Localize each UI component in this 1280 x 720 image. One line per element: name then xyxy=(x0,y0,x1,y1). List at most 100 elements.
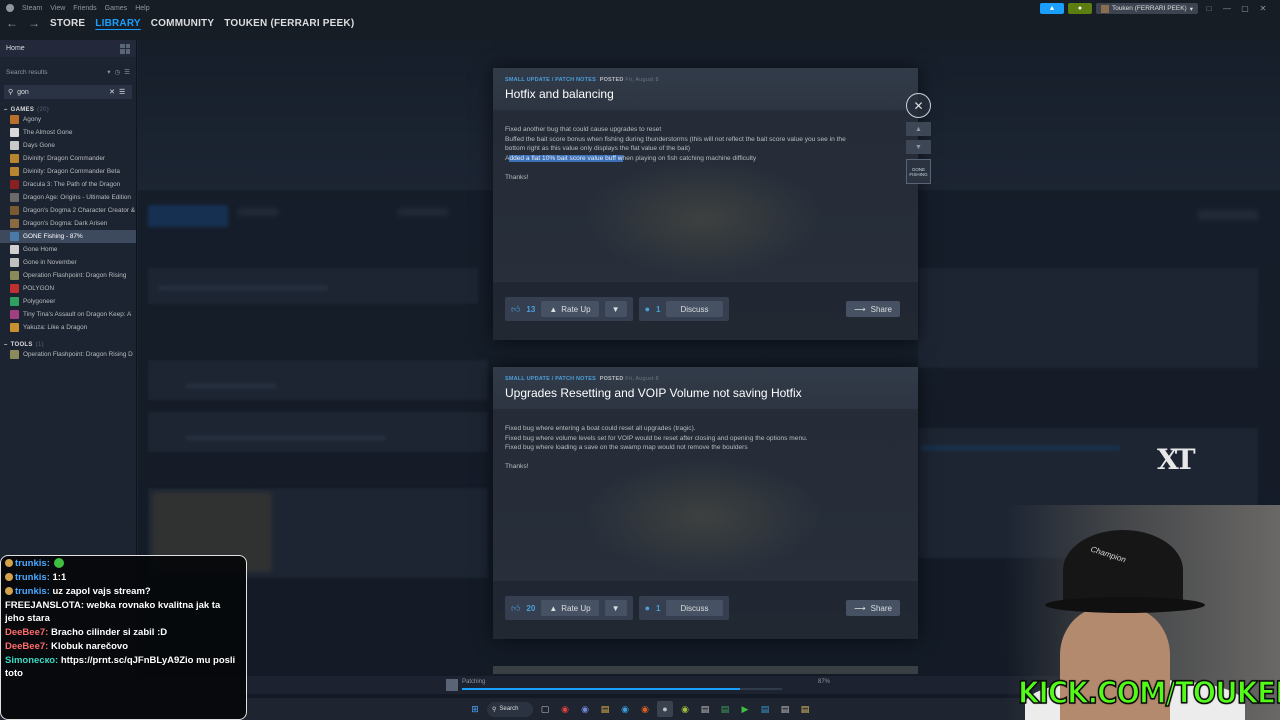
minimize-icon[interactable]: — xyxy=(1220,4,1234,13)
title-bar: Steam View Friends Games Help ← → STORE … xyxy=(0,0,1280,40)
sidebar-game-item[interactable]: Agony xyxy=(0,113,136,126)
next-post-button[interactable]: ▼ xyxy=(906,140,931,154)
body-line: Fixed another bug that could cause upgra… xyxy=(505,126,662,133)
menu-steam[interactable]: Steam xyxy=(22,5,42,12)
nav-community[interactable]: COMMUNITY xyxy=(151,18,214,29)
sidebar-game-item[interactable]: Gone in November xyxy=(0,256,136,269)
chrome-icon[interactable]: ◉ xyxy=(557,701,573,717)
sidebar-game-item[interactable]: Divinity: Dragon Commander xyxy=(0,152,136,165)
patch-note-body: Fixed bug where entering a boat could re… xyxy=(505,424,905,472)
sidebar-game-item[interactable]: Gone Home xyxy=(0,243,136,256)
steam-taskbar-icon[interactable]: ● xyxy=(657,701,673,717)
app-icon[interactable]: ◉ xyxy=(677,701,693,717)
window-mode-icon[interactable]: □ xyxy=(1202,4,1216,13)
sidebar-game-item[interactable]: Operation Flashpoint: Dragon Rising D xyxy=(0,348,136,361)
game-name: Dragon Age: Origins - Ultimate Edition xyxy=(23,194,131,201)
game-icon xyxy=(10,167,19,176)
recent-clock-icon[interactable]: ◷ xyxy=(115,68,121,76)
close-overlay-button[interactable]: ✕ xyxy=(906,93,931,118)
chevron-down-icon[interactable]: ▾ xyxy=(107,68,110,76)
user-menu[interactable]: Touken (FERRARI PEEK) ▾ xyxy=(1095,3,1198,14)
menu-view[interactable]: View xyxy=(50,5,65,12)
app-icon[interactable]: ▤ xyxy=(717,701,733,717)
collapse-icon: – xyxy=(4,107,8,113)
clear-search-icon[interactable]: ✕ xyxy=(109,88,115,96)
share-icon: ⟶ xyxy=(854,603,866,613)
rating-group: 👍︎ 20 ▲ Rate Up ▼ xyxy=(505,596,633,620)
sidebar-game-item[interactable]: Yakuza: Like a Dragon xyxy=(0,321,136,334)
game-thumbnail[interactable]: GONE FISHING xyxy=(906,159,931,184)
filter-icon[interactable]: ☰ xyxy=(124,68,130,76)
broadcast-icon[interactable]: ▲ xyxy=(1039,3,1064,14)
stream-chat-overlay: trunkis: trunkis: 1:1 trunkis: uz zapol va… xyxy=(0,555,247,720)
sidebar-game-item[interactable]: The Almost Gone xyxy=(0,126,136,139)
menu-games[interactable]: Games xyxy=(105,5,128,12)
sidebar-game-item[interactable]: Divinity: Dragon Commander Beta xyxy=(0,165,136,178)
tools-list: Operation Flashpoint: Dragon Rising D xyxy=(0,348,136,361)
sidebar-game-item[interactable]: Dracula 3: The Path of the Dragon xyxy=(0,178,136,191)
sidebar-game-item[interactable]: Polygoneer xyxy=(0,295,136,308)
avatar xyxy=(1100,4,1109,13)
browser-icon[interactable]: ◉ xyxy=(637,701,653,717)
grid-view-icon[interactable] xyxy=(120,43,130,54)
windows-start-icon[interactable]: ⊞ xyxy=(467,701,483,717)
sidebar-home[interactable]: Home xyxy=(0,40,136,57)
chat-message: DeeBee7: Klobuk narečovo xyxy=(5,641,242,654)
game-icon xyxy=(10,297,19,306)
game-name: GONE Fishing - 87% xyxy=(23,233,83,240)
back-arrow-icon[interactable]: ← xyxy=(6,16,18,30)
game-name: Agony xyxy=(23,116,42,123)
discord-icon[interactable]: ◉ xyxy=(577,701,593,717)
sidebar-game-item[interactable]: GONE Fishing - 87% xyxy=(0,230,136,243)
close-window-icon[interactable]: ✕ xyxy=(1256,4,1270,13)
sidebar-game-item[interactable]: Dragon's Dogma: Dark Arisen xyxy=(0,217,136,230)
nav-profile[interactable]: TOUKEN (FERRARI PEEK) xyxy=(224,18,354,29)
sidebar-game-item[interactable]: Dragon Age: Origins - Ultimate Edition xyxy=(0,191,136,204)
sidebar-game-item[interactable]: Days Gone xyxy=(0,139,136,152)
previous-post-button[interactable]: ▲ xyxy=(906,122,931,136)
steam-logo-icon xyxy=(6,4,14,12)
notification-bell-icon[interactable]: ● xyxy=(1067,3,1092,14)
edge-icon[interactable]: ◉ xyxy=(617,701,633,717)
task-view-icon[interactable]: ▢ xyxy=(537,701,553,717)
sidebar-game-item[interactable]: POLYGON xyxy=(0,282,136,295)
subscriber-badge-icon xyxy=(5,573,13,582)
sidebar-game-item[interactable]: Dragon's Dogma 2 Character Creator & S xyxy=(0,204,136,217)
card-background-glow xyxy=(583,457,823,577)
nav-library[interactable]: LIBRARY xyxy=(95,18,140,29)
app-icon[interactable]: ▤ xyxy=(757,701,773,717)
chat-message: Simoneско: https://prnt.sc/qJFnBLyA9Zio … xyxy=(5,655,242,680)
discuss-button[interactable]: Discuss xyxy=(666,301,723,317)
rate-up-button[interactable]: ▲ Rate Up xyxy=(541,600,599,616)
nav-store[interactable]: STORE xyxy=(50,18,85,29)
patch-tag: SMALL UPDATE / PATCH NOTES xyxy=(505,376,596,382)
forward-arrow-icon[interactable]: → xyxy=(28,16,40,30)
app-icon[interactable]: ▶ xyxy=(737,701,753,717)
file-explorer-icon[interactable]: ▤ xyxy=(597,701,613,717)
posted-label: POSTED xyxy=(599,376,624,382)
rate-up-button[interactable]: ▲ Rate Up xyxy=(541,301,599,317)
rate-down-button[interactable]: ▼ xyxy=(604,301,627,317)
share-button[interactable]: ⟶ Share xyxy=(846,600,900,616)
collapse-icon: – xyxy=(4,342,8,348)
app-icon[interactable]: ▤ xyxy=(797,701,813,717)
patch-note-footer: 👍︎ 20 ▲ Rate Up ▼ ● 1 Discuss ⟶ Share xyxy=(493,581,918,639)
filter-options-icon[interactable]: ☰ xyxy=(119,88,125,96)
app-icon[interactable]: ▤ xyxy=(777,701,793,717)
taskbar-search[interactable]: ⚲ Search xyxy=(487,701,533,717)
search-results-dropdown[interactable]: Search results ▾ ◷ ☰ xyxy=(0,65,136,79)
body-line: bottom right as this value only displays… xyxy=(505,145,691,152)
discuss-button[interactable]: Discuss xyxy=(666,600,723,616)
share-button[interactable]: ⟶ Share xyxy=(846,301,900,317)
app-icon[interactable]: ▤ xyxy=(697,701,713,717)
arrow-up-icon: ▲ xyxy=(915,125,922,133)
sidebar-game-item[interactable]: Tiny Tina's Assault on Dragon Keep: A xyxy=(0,308,136,321)
sidebar-game-item[interactable]: Operation Flashpoint: Dragon Rising xyxy=(0,269,136,282)
patch-note-title: Hotfix and balancing xyxy=(505,87,614,101)
search-input[interactable] xyxy=(17,88,106,96)
menu-help[interactable]: Help xyxy=(135,5,149,12)
chat-message: trunkis: xyxy=(5,558,242,571)
menu-friends[interactable]: Friends xyxy=(73,5,96,12)
maximize-icon[interactable]: ▢ xyxy=(1238,4,1252,13)
rate-down-button[interactable]: ▼ xyxy=(604,600,627,616)
